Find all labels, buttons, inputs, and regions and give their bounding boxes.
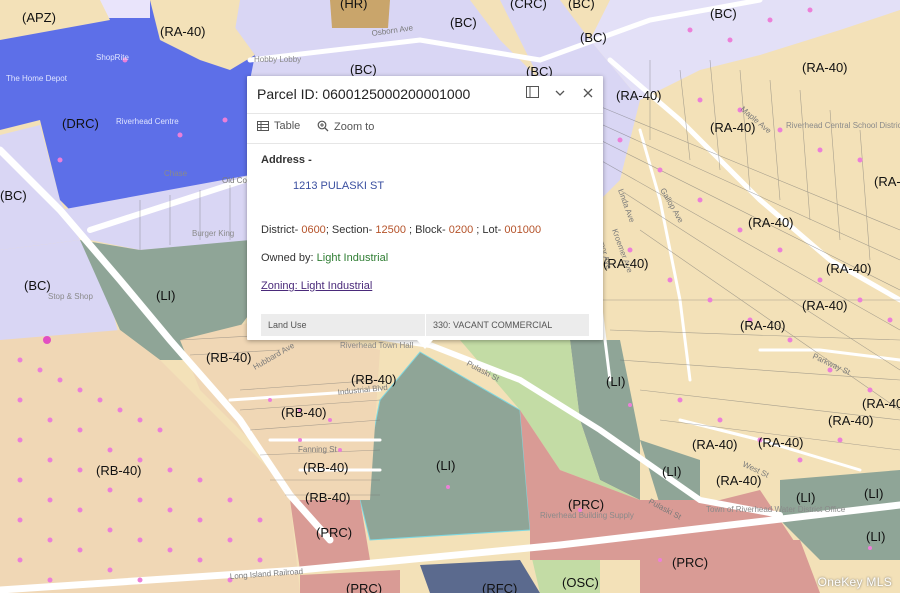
poi-label: Burger King xyxy=(192,229,234,238)
zone-label: (RA-40) xyxy=(160,24,206,39)
chevron-down-icon[interactable] xyxy=(550,84,570,104)
popup-title: Parcel ID: 0600125000200001000 xyxy=(257,86,471,102)
zone-label: (RA-40) xyxy=(748,215,794,230)
zone-label: (PRC) xyxy=(316,525,352,540)
owned-by-value: Light Industrial xyxy=(316,252,389,264)
poi-label: The Home Depot xyxy=(6,74,68,83)
zone-label: (LI) xyxy=(864,486,884,501)
block-prefix: ; Block- xyxy=(405,224,449,236)
zone-label: (CRC) xyxy=(510,0,547,11)
zone-label: (OSC) xyxy=(562,575,599,590)
zone-label: (BC) xyxy=(568,0,595,11)
zone-label: (DRC) xyxy=(62,116,99,131)
zone-label: (PRC) xyxy=(568,497,604,512)
section-value: 12500 xyxy=(375,224,406,236)
zone-label: (BC) xyxy=(350,62,377,77)
block-value: 0200 xyxy=(448,224,474,236)
zone-label: (RA-40) xyxy=(874,174,900,189)
district-prefix: District- xyxy=(261,224,302,236)
zone-label: (RB-40) xyxy=(281,405,327,420)
zone-label: (RA-40) xyxy=(616,88,662,103)
poi-label: Riverhead Centre xyxy=(116,117,179,126)
land-use-divider xyxy=(425,314,426,336)
zone-label: (LI) xyxy=(866,529,886,544)
zoom-to-button[interactable]: Zoom to xyxy=(317,120,374,133)
zone-label: (RB-40) xyxy=(305,490,351,505)
popup-actions: Table Zoom to xyxy=(247,113,603,144)
zone-label: (APZ) xyxy=(22,10,56,25)
parcel-popup: Parcel ID: 0600125000200001000 Table Zoo… xyxy=(247,76,603,349)
street-label: Fanning St xyxy=(298,445,337,454)
land-use-row: Land Use 330: VACANT COMMERCIAL xyxy=(261,314,589,336)
poi-label: Riverhead Building Supply xyxy=(540,511,634,520)
zone-label: (RA-40) xyxy=(758,435,804,450)
zone-label: (LI) xyxy=(156,288,176,303)
zone-label: (RA-40) xyxy=(802,298,848,313)
zone-label: (RA-40) xyxy=(828,413,874,428)
zone-label: (RB-40) xyxy=(206,350,252,365)
land-use-value: 330: VACANT COMMERCIAL xyxy=(433,320,553,330)
section-prefix: ; Section- xyxy=(325,224,376,236)
poi-label: Riverhead Town Hall xyxy=(340,341,413,350)
owned-by-label: Owned by: xyxy=(261,252,317,264)
poi-label: Hobby Lobby xyxy=(254,55,301,64)
dock-icon[interactable] xyxy=(522,84,542,104)
table-icon xyxy=(257,121,269,131)
lot-prefix: ; Lot- xyxy=(473,224,505,236)
zone-label: (HR) xyxy=(340,0,367,11)
popup-pointer xyxy=(417,340,433,349)
zone-label: (RA-40) xyxy=(802,60,848,75)
zone-label: (RA-40) xyxy=(716,473,762,488)
table-label: Table xyxy=(274,120,301,132)
owned-by-line: Owned by: Light Industrial xyxy=(261,252,388,264)
poi-label: Riverhead Central School District Admini… xyxy=(786,121,900,130)
zone-label: (BC) xyxy=(580,30,607,45)
poi-label: Stop & Shop xyxy=(48,292,93,301)
zone-label: (RFC) xyxy=(482,581,517,593)
close-icon[interactable] xyxy=(578,84,598,104)
poi-label: ShopRite xyxy=(96,53,129,62)
poi-label: Chase xyxy=(164,169,188,178)
zone-label: (RA-40) xyxy=(740,318,786,333)
zone-label: (LI) xyxy=(436,458,456,473)
zoom-to-label: Zoom to xyxy=(334,121,375,133)
zone-label: (LI) xyxy=(606,374,626,389)
zone-label: (RA-40) xyxy=(692,437,738,452)
zone-label: (PRC) xyxy=(672,555,708,570)
land-use-key: Land Use xyxy=(268,320,307,330)
zone-label: (LI) xyxy=(662,464,682,479)
zoom-icon xyxy=(317,120,329,132)
zone-label: (BC) xyxy=(710,6,737,21)
address-value: 1213 PULASKI ST xyxy=(293,180,385,192)
zone-label: (RB-40) xyxy=(96,463,142,478)
zoning-link[interactable]: Zoning: Light Industrial xyxy=(261,280,372,292)
street-label: Old Co xyxy=(222,176,247,185)
poi-label: Town of Riverhead Water District Office xyxy=(706,505,846,514)
zone-prc-area-se xyxy=(640,540,820,593)
zone-label: (PRC) xyxy=(346,581,382,593)
zone-label: (BC) xyxy=(450,15,477,30)
zone-label: (LI) xyxy=(796,490,816,505)
address-label: Address - xyxy=(261,154,312,166)
zone-label: (RA-40) xyxy=(826,261,872,276)
district-value: 0600 xyxy=(301,224,326,236)
zone-rfc-area xyxy=(420,560,540,593)
zone-label: (BC) xyxy=(0,188,27,203)
zone-label: (RA-40) xyxy=(710,120,756,135)
highlight-dot xyxy=(43,336,51,344)
popup-header: Parcel ID: 0600125000200001000 xyxy=(247,76,603,114)
watermark: OneKey MLS xyxy=(817,575,892,589)
zone-label: (BC) xyxy=(24,278,51,293)
table-button[interactable]: Table xyxy=(257,120,300,132)
zone-label: (RA-40) xyxy=(862,396,900,411)
district-line: District- 0600; Section- 12500 ; Block- … xyxy=(261,224,541,236)
zone-label: (RB-40) xyxy=(303,460,349,475)
lot-value: 001000 xyxy=(504,224,542,236)
